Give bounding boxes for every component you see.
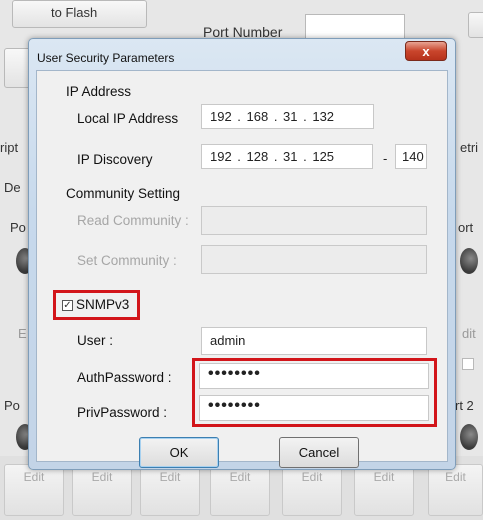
bg-left-fragment: De bbox=[4, 180, 21, 195]
ok-button[interactable]: OK bbox=[139, 437, 219, 468]
range-separator: - bbox=[383, 151, 388, 166]
top-right-button[interactable] bbox=[468, 12, 483, 38]
bg-right-fragment: rt 2 bbox=[455, 398, 474, 413]
bg-left-fragment: E bbox=[18, 326, 27, 341]
ip-discovery-end-field[interactable]: 140 bbox=[395, 144, 427, 169]
auth-password-label: AuthPassword : bbox=[77, 370, 172, 385]
bg-left-fragment: ript bbox=[0, 140, 19, 155]
local-ip-label: Local IP Address bbox=[77, 111, 179, 126]
to-flash-label: to Flash bbox=[51, 5, 98, 20]
edit-button[interactable]: Edit bbox=[4, 464, 64, 516]
knob-icon bbox=[460, 424, 478, 450]
cancel-button[interactable]: Cancel bbox=[279, 437, 359, 468]
local-ip-field[interactable]: 192 . 168 . 31 . 132 bbox=[201, 104, 374, 129]
bg-right-fragment: dit bbox=[462, 326, 476, 341]
read-community-label: Read Community : bbox=[77, 213, 189, 228]
priv-password-field[interactable]: •••••••• bbox=[199, 395, 429, 421]
edit-button[interactable]: Edit bbox=[282, 464, 342, 516]
auth-password-field[interactable]: •••••••• bbox=[199, 363, 429, 389]
knob-icon bbox=[460, 248, 478, 274]
user-security-dialog: User Security Parameters x IP Address Lo… bbox=[28, 38, 456, 470]
close-icon: x bbox=[422, 43, 430, 59]
edit-button[interactable]: Edit bbox=[72, 464, 132, 516]
bg-left-fragment: Po bbox=[4, 398, 20, 413]
dialog-client-area: IP Address Local IP Address 192 . 168 . … bbox=[36, 70, 448, 462]
snmpv3-checkbox[interactable]: ✓ bbox=[62, 300, 73, 311]
ip-discovery-label: IP Discovery bbox=[77, 152, 153, 167]
edit-button[interactable]: Edit bbox=[210, 464, 270, 516]
edit-button[interactable]: Edit bbox=[428, 464, 483, 516]
ip-discovery-start-field[interactable]: 192 . 128 . 31 . 125 bbox=[201, 144, 373, 169]
ip-address-heading: IP Address bbox=[66, 84, 132, 99]
to-flash-button[interactable]: to Flash bbox=[12, 0, 147, 28]
priv-password-label: PrivPassword : bbox=[77, 405, 168, 420]
checkmark-icon: ✓ bbox=[63, 300, 72, 311]
snmpv3-label: SNMPv3 bbox=[76, 297, 130, 312]
edit-button[interactable]: Edit bbox=[140, 464, 200, 516]
close-button[interactable]: x bbox=[405, 41, 447, 61]
user-label: User : bbox=[77, 333, 114, 348]
community-heading: Community Setting bbox=[66, 186, 181, 201]
right-checkbox[interactable] bbox=[462, 358, 474, 370]
set-community-label: Set Community : bbox=[77, 253, 177, 268]
bg-left-fragment: Po bbox=[10, 220, 26, 235]
edit-button[interactable]: Edit bbox=[354, 464, 414, 516]
set-community-field[interactable] bbox=[201, 245, 427, 274]
bg-right-fragment: ort bbox=[458, 220, 474, 235]
read-community-field[interactable] bbox=[201, 206, 427, 235]
dialog-title: User Security Parameters bbox=[37, 51, 175, 65]
port-number-input[interactable] bbox=[305, 14, 405, 40]
bg-right-fragment: etri bbox=[460, 140, 479, 155]
user-field[interactable]: admin bbox=[201, 327, 427, 355]
